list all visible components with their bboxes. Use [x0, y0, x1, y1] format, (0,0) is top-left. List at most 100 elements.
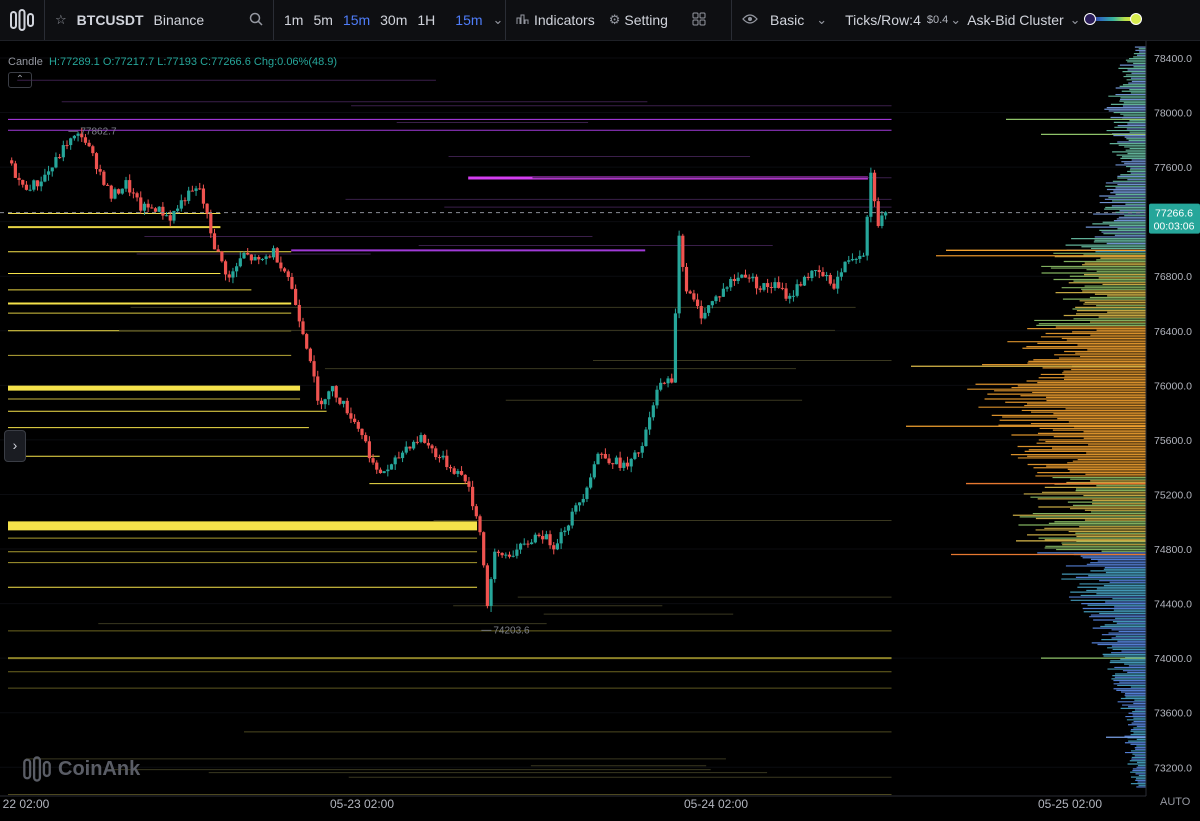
candle-body: [773, 282, 777, 288]
star-icon[interactable]: ☆: [55, 12, 67, 28]
timeframe-30m[interactable]: 30m: [380, 12, 407, 28]
chevron-down-icon[interactable]: ⌄: [816, 12, 827, 28]
candle: [865, 214, 869, 261]
gear-icon[interactable]: ⚙: [609, 12, 621, 28]
candle-body: [880, 215, 884, 226]
time-axis-tick-label: 05-23 02:00: [330, 797, 394, 811]
candle-body: [39, 181, 43, 187]
candle-body: [600, 453, 604, 455]
candle-body: [625, 462, 630, 467]
timeframe-15m[interactable]: 15m: [343, 12, 370, 28]
candle: [157, 205, 161, 213]
chevron-down-icon[interactable]: ⌄: [950, 12, 961, 28]
candle-body: [50, 167, 54, 172]
indicators-icon[interactable]: [516, 12, 530, 29]
slider-min-handle[interactable]: [1084, 13, 1096, 25]
candle: [681, 233, 685, 272]
candle-body: [419, 435, 423, 442]
candle-body: [766, 283, 770, 287]
candle-body: [810, 270, 814, 279]
setting-button[interactable]: Setting: [624, 12, 668, 28]
chart-area[interactable]: 77862.774203.6 78400.078000.077600.07720…: [0, 41, 1200, 816]
heatmap-range-slider[interactable]: [1083, 12, 1143, 26]
candle-body: [13, 163, 17, 178]
timeframe-1h[interactable]: 1H: [417, 12, 435, 28]
candle-body: [854, 258, 858, 260]
candle-body: [408, 446, 412, 449]
price-axis-tick-label: 74800.0: [1154, 544, 1192, 556]
price-axis-tick-label: 77600.0: [1154, 162, 1192, 174]
candle-body: [504, 554, 508, 556]
candle-body: [522, 543, 526, 545]
candle-body: [847, 260, 851, 262]
candle-body: [61, 145, 65, 158]
candle-body: [839, 272, 843, 277]
candle-body: [364, 435, 368, 442]
candlestick-chart[interactable]: 77862.774203.6 78400.078000.077600.07720…: [0, 41, 1200, 816]
cluster-type-select[interactable]: Ask-Bid Cluster: [967, 12, 1063, 28]
candle-body: [209, 213, 213, 234]
ticks-per-row-select[interactable]: Ticks/Row:4: [845, 12, 921, 28]
candle-body: [670, 378, 674, 383]
candle: [644, 427, 648, 447]
search-icon[interactable]: [249, 12, 263, 29]
candle-body: [356, 422, 360, 429]
candle-body: [441, 455, 445, 458]
candle-body: [179, 200, 183, 209]
candle-body: [732, 279, 737, 282]
candle-body: [430, 445, 434, 449]
chevron-down-icon[interactable]: ⌄: [1070, 12, 1081, 28]
candle-body: [28, 189, 32, 191]
candle-body: [740, 274, 744, 278]
candle-body: [220, 251, 224, 262]
candle-body: [187, 190, 191, 201]
timeframe-1m[interactable]: 1m: [284, 12, 303, 28]
candle-body: [264, 256, 268, 259]
candle-body: [574, 505, 578, 512]
candle-body: [319, 400, 324, 405]
mode-basic-button[interactable]: Basic: [770, 12, 804, 28]
candle-body: [109, 185, 113, 199]
candle-body: [618, 457, 622, 468]
candle-body: [725, 287, 729, 289]
legend-collapse-button[interactable]: ⌃: [8, 72, 32, 88]
candle-body: [316, 376, 320, 401]
slider-max-handle[interactable]: [1130, 13, 1142, 25]
layout-grid-icon[interactable]: [692, 12, 706, 29]
candle: [869, 167, 873, 223]
candle: [684, 263, 689, 294]
candle-body: [382, 471, 386, 474]
eye-icon[interactable]: [742, 13, 758, 28]
candle-body: [117, 189, 121, 194]
candle-body: [541, 536, 545, 540]
candle-body: [821, 272, 825, 277]
chevron-down-icon[interactable]: ⌄: [493, 12, 504, 28]
auto-scale-button[interactable]: AUTO: [1160, 796, 1190, 808]
candle-body: [349, 413, 353, 419]
legend-low: L:77193: [157, 56, 198, 68]
symbol-name[interactable]: BTCUSDT: [77, 12, 144, 28]
time-axis-tick-label: 22 02:00: [3, 797, 50, 811]
candle-body: [858, 255, 862, 259]
candle-body: [566, 525, 571, 531]
candle-body: [813, 270, 818, 272]
candle-body: [754, 276, 759, 289]
indicators-button[interactable]: Indicators: [534, 12, 595, 28]
app-logo-icon[interactable]: [0, 0, 45, 40]
side-panel-toggle[interactable]: ›: [4, 430, 26, 462]
candle: [740, 274, 744, 279]
legend-change: Chg:0.06%(48.9): [253, 56, 338, 68]
candle-body: [353, 418, 357, 423]
candle-body: [345, 400, 349, 414]
candle-body: [482, 532, 486, 566]
candle-body: [832, 283, 836, 289]
candle-body: [216, 249, 220, 252]
candle-body: [65, 145, 69, 147]
candle-body: [168, 215, 172, 221]
candle-body: [659, 382, 663, 390]
timeframe-5m[interactable]: 5m: [313, 12, 332, 28]
candle-body: [703, 312, 707, 319]
candle-body: [172, 210, 176, 221]
exchange-name[interactable]: Binance: [154, 12, 205, 28]
timeframe-dropdown[interactable]: 15m: [455, 12, 482, 28]
